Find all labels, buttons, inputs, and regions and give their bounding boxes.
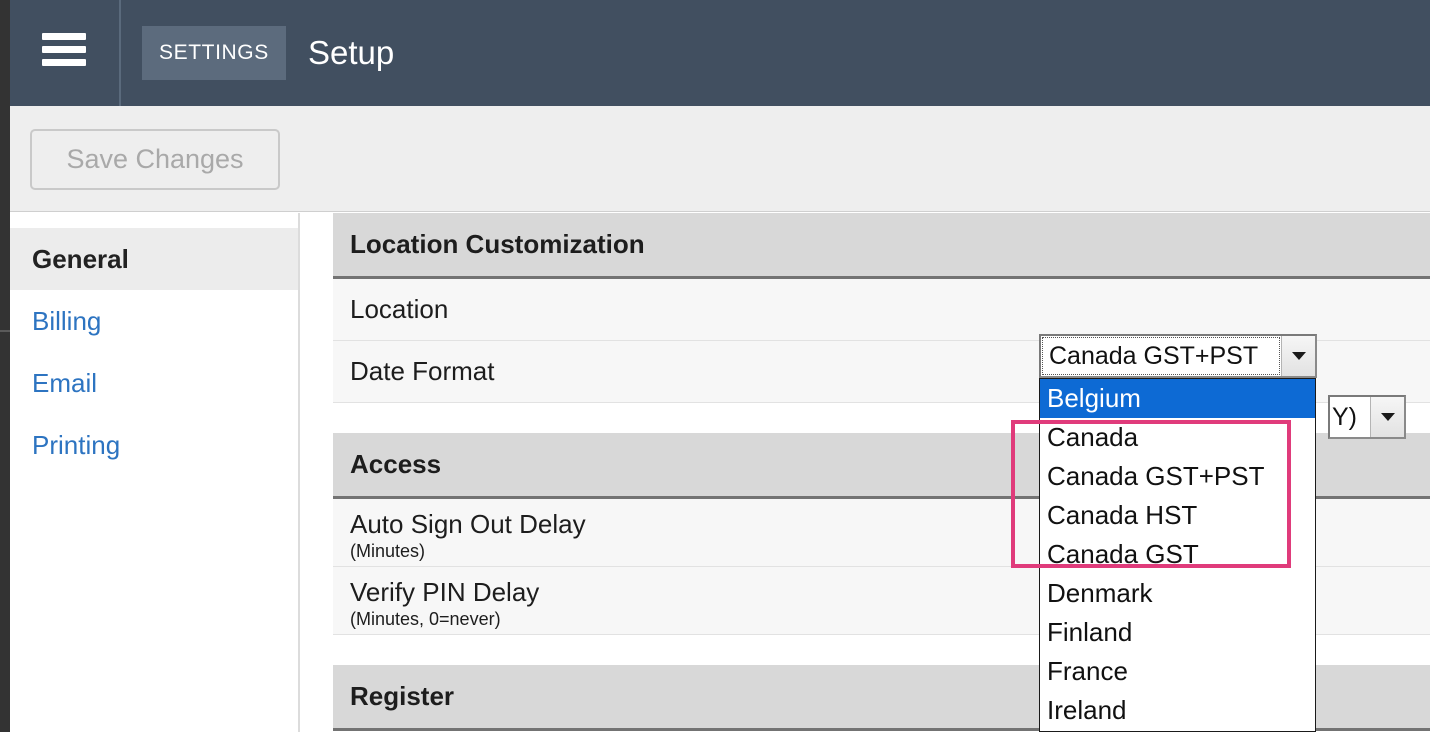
hamburger-bar: [42, 46, 86, 53]
dropdown-option-finland[interactable]: Finland: [1040, 613, 1315, 652]
left-edge-rail: [0, 0, 10, 732]
location-dropdown-list[interactable]: Belgium Canada Canada GST+PST Canada HST…: [1039, 378, 1316, 732]
sidebar-item-label: General: [32, 243, 129, 274]
settings-sidebar: General Billing Email Printing: [10, 213, 300, 732]
dropdown-option-canada[interactable]: Canada: [1040, 418, 1315, 457]
header-divider: [119, 0, 121, 106]
setting-label: Date Format: [350, 355, 495, 386]
dropdown-option-label: Ireland: [1047, 695, 1127, 725]
dropdown-option-label: Finland: [1047, 617, 1133, 647]
settings-badge-label: SETTINGS: [159, 41, 269, 64]
sidebar-item-label: Billing: [32, 305, 102, 336]
settings-badge[interactable]: SETTINGS: [142, 26, 286, 80]
dropdown-option-label: Belgium: [1047, 383, 1141, 413]
setting-label: Location: [350, 293, 449, 324]
caret-glyph: [1380, 413, 1395, 421]
hamburger-bar: [42, 59, 86, 66]
dropdown-option-label: Canada HST: [1047, 500, 1198, 530]
app-root: SETTINGS Setup Save Changes General Bill…: [0, 0, 1430, 732]
chevron-down-icon[interactable]: [1370, 397, 1404, 437]
dropdown-option-label: Denmark: [1047, 578, 1153, 608]
dropdown-option-canada-hst[interactable]: Canada HST: [1040, 496, 1315, 535]
date-format-select-value: Y): [1330, 397, 1370, 437]
dropdown-option-label: France: [1047, 656, 1128, 686]
sidebar-item-label: Email: [32, 367, 98, 398]
setting-label: Auto Sign Out Delay: [350, 508, 586, 539]
dropdown-option-canada-gst[interactable]: Canada GST: [1040, 535, 1315, 574]
dropdown-option-label: Canada GST+PST: [1047, 461, 1265, 491]
location-select[interactable]: Canada GST+PST: [1039, 334, 1317, 378]
section-title: Register: [350, 681, 455, 711]
page-title: Setup: [308, 26, 394, 80]
date-format-select[interactable]: Y): [1328, 395, 1406, 439]
dropdown-option-ireland[interactable]: Ireland: [1040, 691, 1315, 730]
dropdown-option-denmark[interactable]: Denmark: [1040, 574, 1315, 613]
sidebar-item-label: Printing: [32, 429, 121, 460]
setting-row-location: Location: [333, 279, 1430, 341]
dropdown-option-belgium[interactable]: Belgium: [1040, 379, 1315, 418]
sidebar-item-general[interactable]: General: [10, 228, 298, 290]
dropdown-option-label: Canada GST: [1047, 539, 1199, 569]
chevron-down-icon[interactable]: [1281, 336, 1315, 376]
action-toolbar: Save Changes: [10, 106, 1430, 212]
app-header: SETTINGS Setup: [0, 0, 1430, 106]
sidebar-item-billing[interactable]: Billing: [10, 290, 298, 352]
sidebar-item-email[interactable]: Email: [10, 352, 298, 414]
dropdown-option-france[interactable]: France: [1040, 652, 1315, 691]
left-rail-seam: [0, 330, 10, 332]
section-title: Access: [350, 449, 442, 479]
dropdown-option-label: Canada: [1047, 422, 1139, 452]
setting-sublabel: (Minutes): [350, 541, 426, 562]
setting-label: Verify PIN Delay: [350, 576, 540, 607]
save-changes-button[interactable]: Save Changes: [30, 129, 280, 190]
sidebar-top-spacer: [10, 213, 298, 228]
dropdown-option-canada-gst-pst[interactable]: Canada GST+PST: [1040, 457, 1315, 496]
location-select-value: Canada GST+PST: [1041, 336, 1281, 376]
section-header: Location Customization: [333, 213, 1430, 279]
setting-sublabel: (Minutes, 0=never): [350, 609, 501, 630]
hamburger-menu-icon[interactable]: [42, 33, 86, 73]
caret-glyph: [1291, 352, 1306, 360]
page-title-text: Setup: [308, 34, 395, 71]
hamburger-bar: [42, 33, 86, 40]
sidebar-item-printing[interactable]: Printing: [10, 414, 298, 476]
section-title: Location Customization: [350, 229, 645, 259]
